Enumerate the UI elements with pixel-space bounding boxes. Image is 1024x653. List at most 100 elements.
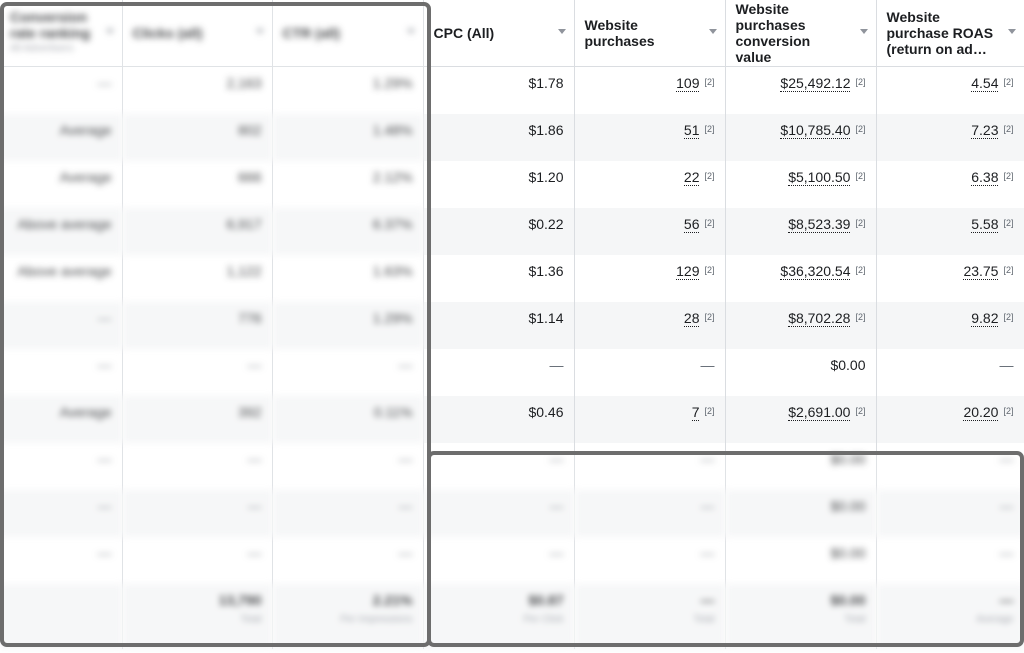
cell-value[interactable]: 4.54: [971, 75, 999, 92]
table-cell: $2,691.00 [2]: [725, 395, 877, 443]
table-cell: $8,523.39 [2]: [725, 207, 877, 255]
table-cell: 2,163: [122, 66, 273, 114]
cell-value[interactable]: 28: [683, 309, 700, 327]
column-header-0[interactable]: Conversion rate ranking All Advertisers: [0, 0, 123, 67]
cell-value[interactable]: 129: [676, 262, 700, 280]
table-cell: $5,100.50 [2]: [725, 160, 877, 208]
cell-value[interactable]: $10,785.40: [780, 121, 851, 139]
cell-value[interactable]: 51: [683, 121, 700, 139]
sort-caret-icon[interactable]: [557, 29, 566, 34]
cell-value[interactable]: 22: [683, 168, 700, 186]
table-cell: 6.38 [2]: [876, 160, 1024, 208]
table-cell: 109 [2]: [574, 66, 726, 114]
cell-value: —: [398, 497, 413, 514]
total-label: Average: [976, 613, 1014, 625]
table-cell: 1,122: [122, 254, 273, 302]
table-cell: —: [0, 348, 123, 396]
sort-caret-icon[interactable]: [105, 29, 114, 34]
column-header-2[interactable]: CTR (all): [272, 0, 424, 67]
cell-value: Above average: [17, 215, 112, 232]
cell-value[interactable]: 56: [683, 215, 700, 233]
cell-value: —: [247, 497, 262, 514]
cell-value: 2,163: [226, 75, 262, 91]
cell-value: —: [247, 544, 262, 561]
total-value: 2.21%: [372, 591, 413, 608]
table-row: — — — — — $0.00 —: [0, 536, 1024, 584]
cell-value[interactable]: 5.58: [971, 215, 999, 233]
column-header-5[interactable]: Website purchases conversion value: [725, 0, 877, 67]
table-cell: $0.00: [725, 348, 877, 396]
cell-value: $0.00: [830, 497, 866, 514]
table-cell: —: [876, 489, 1024, 537]
column-header-3[interactable]: CPC (All): [423, 0, 575, 67]
cell-value: —: [97, 497, 112, 514]
table-cell: —: [272, 442, 424, 490]
table-row: Average 392 0.11% $0.46 7 [2] $2,691.00 [2] 20.2…: [0, 395, 1024, 443]
footnote-marker: [2]: [855, 217, 866, 228]
table-cell: 6.37%: [272, 207, 424, 255]
cell-value: $0.00: [830, 450, 866, 467]
table-cell: —: [122, 489, 273, 537]
footnote-marker: [2]: [704, 405, 715, 416]
cell-value: Average: [59, 121, 112, 138]
table-cell: 1.63%: [272, 254, 424, 302]
cell-value: Average: [59, 403, 112, 420]
table-cell: $0.22: [423, 207, 575, 255]
table-cell: —: [574, 442, 726, 490]
column-header-4[interactable]: Website purchases: [574, 0, 726, 67]
cell-value[interactable]: 20.20: [963, 403, 999, 421]
cell-value[interactable]: $8,702.28: [788, 309, 851, 327]
table-cell: —: [272, 348, 424, 396]
cell-value[interactable]: 6.38: [971, 168, 999, 186]
table-cell: $8,702.28 [2]: [725, 301, 877, 349]
table-cell: 1.29%: [272, 66, 424, 114]
cell-value[interactable]: 109: [676, 75, 700, 92]
cell-value: 6.37%: [372, 215, 413, 232]
cell-value[interactable]: 9.82: [971, 309, 999, 327]
cell-value[interactable]: $8,523.39: [788, 215, 851, 233]
sort-caret-icon[interactable]: [406, 29, 415, 34]
table-cell: 0.11%: [272, 395, 424, 443]
total-cell: — Total: [574, 583, 726, 649]
ads-report-table: Conversion rate ranking All Advertisers Cl…: [0, 0, 1024, 649]
footnote-marker: [2]: [704, 123, 715, 134]
sort-caret-icon[interactable]: [1007, 29, 1016, 34]
table-row: Average 802 1.48% $1.86 51 [2] $10,785.40 [2] 7.…: [0, 113, 1024, 161]
sort-caret-icon[interactable]: [708, 29, 717, 34]
cell-value: 1.48%: [372, 121, 413, 138]
footnote-marker: [2]: [1003, 405, 1014, 416]
cell-value: —: [549, 356, 564, 373]
cell-value[interactable]: 23.75: [963, 262, 999, 280]
cell-value: $0.00: [830, 356, 866, 373]
table-cell: 56 [2]: [574, 207, 726, 255]
column-header-1[interactable]: Clicks (all): [122, 0, 273, 67]
total-value: —: [700, 591, 715, 608]
footnote-marker: [2]: [704, 217, 715, 228]
cell-value[interactable]: 7: [691, 403, 700, 421]
sort-caret-icon[interactable]: [255, 29, 264, 34]
cell-value[interactable]: $2,691.00: [788, 403, 851, 421]
total-value: $0.00: [830, 591, 866, 608]
table-cell: 802: [122, 113, 273, 161]
sort-caret-icon[interactable]: [859, 29, 868, 34]
cell-value: 776: [238, 309, 262, 326]
cell-value: —: [97, 309, 112, 326]
cell-value[interactable]: $36,320.54: [780, 262, 851, 280]
table-cell: $0.46: [423, 395, 575, 443]
cell-value: —: [247, 356, 262, 373]
table-cell: —: [122, 348, 273, 396]
total-cell: $0.00 Total: [725, 583, 877, 649]
cell-value: $1.20: [528, 168, 564, 185]
total-cell: 13,790 Total: [122, 583, 273, 649]
table-cell: 5.58 [2]: [876, 207, 1024, 255]
table-cell: —: [122, 536, 273, 584]
footnote-marker: [2]: [855, 264, 866, 275]
footnote-marker: [2]: [855, 123, 866, 134]
table-cell: $25,492.12 [2]: [725, 66, 877, 114]
cell-value: —: [999, 356, 1014, 373]
cell-value[interactable]: 7.23: [971, 121, 999, 139]
cell-value[interactable]: $5,100.50: [788, 168, 851, 186]
column-header-label: Website purchases: [584, 17, 655, 49]
column-header-6[interactable]: Website purchase ROAS (return on ad…: [876, 0, 1024, 67]
cell-value[interactable]: $25,492.12: [780, 75, 851, 92]
